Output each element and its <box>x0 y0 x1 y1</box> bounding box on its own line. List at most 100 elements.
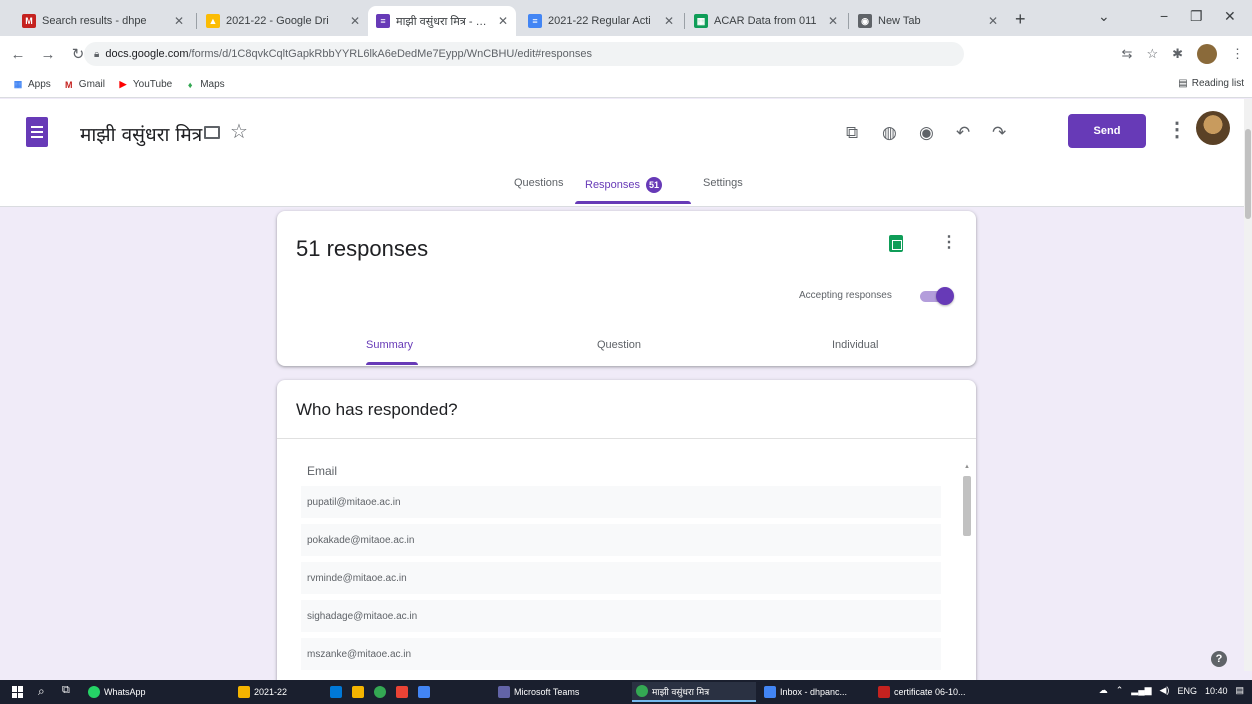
teams-icon <box>498 686 510 698</box>
taskbar-item-certificate[interactable]: certificate 06-10... <box>874 682 994 702</box>
taskbar-label: Inbox - dhpanc... <box>780 687 848 697</box>
edge-icon[interactable] <box>330 686 342 698</box>
subtab-individual[interactable]: Individual <box>832 339 878 351</box>
tab-settings[interactable]: Settings <box>703 177 743 189</box>
undo-icon[interactable]: ↶ <box>956 123 970 143</box>
tab-title: 2021-22 Regular Acti <box>548 15 651 27</box>
system-tray: ☁ ⌃ ▂▄▆ ◀) ENG 10:40 ▤ <box>1099 685 1244 696</box>
bookmark-youtube[interactable]: ▶ YouTube <box>117 79 172 91</box>
bookmark-label: YouTube <box>132 79 173 90</box>
tab-questions[interactable]: Questions <box>514 177 564 189</box>
forward-icon[interactable]: → <box>36 46 60 63</box>
lock-icon: 🔒︎ <box>94 48 100 60</box>
chrome-icon[interactable] <box>374 686 386 698</box>
send-button[interactable]: Send <box>1068 114 1146 148</box>
page-scrollbar[interactable] <box>1244 99 1252 671</box>
divider <box>277 438 976 439</box>
tab-label: Settings <box>703 177 743 189</box>
email-list-scrollbar[interactable]: ▲ <box>962 464 972 704</box>
network-icon[interactable]: ▂▄▆ <box>1131 685 1151 696</box>
language-indicator[interactable]: ENG <box>1177 686 1197 696</box>
profile-avatar[interactable] <box>1197 44 1217 64</box>
responses-count-badge: 51 <box>646 177 663 193</box>
windows-start-icon[interactable] <box>12 686 24 698</box>
close-tab-icon[interactable]: ✕ <box>988 14 998 28</box>
weather-icon[interactable]: ☁ <box>1099 685 1108 696</box>
url-path: /forms/d/1C8qvkCqltGapkRbbYYRL6lkA6eDedM… <box>188 48 593 60</box>
app-icon[interactable] <box>396 686 408 698</box>
accepting-responses-label: Accepting responses <box>799 290 892 301</box>
clock[interactable]: 10:40 <box>1205 686 1228 696</box>
addons-icon[interactable]: ⧉ <box>846 123 858 143</box>
app-icon[interactable] <box>418 686 430 698</box>
minimize-button[interactable]: − <box>1160 8 1168 24</box>
browser-tab[interactable]: ◉ New Tab ✕ <box>850 6 1006 36</box>
taskbar-item-inbox[interactable]: Inbox - dhpanc... <box>760 682 870 702</box>
tab-title: New Tab <box>878 15 921 27</box>
email-list: pupatil@mitaoe.ac.in pokakade@mitaoe.ac.… <box>301 486 941 676</box>
show-hidden-icons[interactable]: ⌃ <box>1116 685 1124 696</box>
forms-logo-icon[interactable] <box>26 117 48 147</box>
tab-title: 2021-22 - Google Dri <box>226 15 329 27</box>
more-options-icon[interactable]: ⋮ <box>941 232 957 252</box>
responses-count: 51 responses <box>296 236 429 261</box>
taskbar-item-folder[interactable]: 2021-22 <box>234 682 314 702</box>
taskbar-label: 2021-22 <box>254 687 288 697</box>
accepting-responses-toggle[interactable] <box>918 287 954 305</box>
tab-responses[interactable]: Responses 51 <box>585 177 663 193</box>
browser-tab[interactable]: ▲ 2021-22 - Google Dri ✕ <box>198 6 368 36</box>
responders-card: Who has responded? Email pupatil@mitaoe.… <box>277 380 976 704</box>
translate-icon[interactable]: ⇆ <box>1122 46 1133 62</box>
browser-tab-active[interactable]: ≡ माझी वसुंधरा मित्र - Goo ✕ <box>368 6 516 36</box>
close-tab-icon[interactable]: ✕ <box>828 14 838 28</box>
folder-icon <box>238 686 250 698</box>
palette-icon[interactable]: ◍ <box>882 123 897 143</box>
tab-title: माझी वसुंधरा मित्र - Goo <box>396 15 492 28</box>
browser-menu-icon[interactable]: ⋮ <box>1231 46 1244 62</box>
subtab-question[interactable]: Question <box>597 339 641 351</box>
close-tab-icon[interactable]: ✕ <box>350 14 360 28</box>
close-window-button[interactable]: ✕ <box>1224 8 1236 25</box>
extensions-icon[interactable]: ✱ <box>1172 46 1183 62</box>
preview-eye-icon[interactable]: ◉ <box>919 123 934 143</box>
taskbar-label: Microsoft Teams <box>514 687 580 697</box>
browser-tab[interactable]: ▦ ACAR Data from 011 ✕ <box>686 6 846 36</box>
taskbar-item-teams[interactable]: Microsoft Teams <box>494 682 624 702</box>
bookmark-maps[interactable]: ♦ Maps <box>184 79 225 91</box>
close-tab-icon[interactable]: ✕ <box>174 14 184 28</box>
file-explorer-icon[interactable] <box>352 686 364 698</box>
help-icon[interactable]: ? <box>1211 651 1227 667</box>
subtab-summary[interactable]: Summary <box>366 339 413 351</box>
apps-grid-icon: ▦ <box>13 79 23 89</box>
tab-search-icon[interactable]: ⌄ <box>1098 8 1110 25</box>
sheets-icon[interactable] <box>889 235 903 252</box>
new-tab-button[interactable]: + <box>1015 9 1026 30</box>
folder-icon[interactable] <box>204 126 220 139</box>
bookmark-gmail[interactable]: M Gmail <box>63 79 105 91</box>
bookmark-label: Maps <box>200 79 225 90</box>
close-tab-icon[interactable]: ✕ <box>664 14 674 28</box>
task-view-icon[interactable]: ⧉ <box>62 684 70 697</box>
maximize-button[interactable]: ❐ <box>1190 8 1203 25</box>
back-icon[interactable]: ← <box>6 46 30 63</box>
bookmark-apps[interactable]: ▦ Apps <box>12 79 51 91</box>
browser-tab[interactable]: M Search results - dhpe ✕ <box>14 6 192 36</box>
search-icon[interactable]: ⌕ <box>38 684 45 699</box>
form-title[interactable]: माझी वसुंधरा मित्र <box>80 121 202 147</box>
bookmark-label: Apps <box>28 79 51 90</box>
star-icon[interactable]: ☆ <box>230 119 248 144</box>
more-options-icon[interactable]: ⋮ <box>1167 117 1187 142</box>
notifications-icon[interactable]: ▤ <box>1235 685 1244 696</box>
bookmark-star-icon[interactable]: ☆ <box>1146 46 1158 62</box>
reading-list-button[interactable]: ▤ Reading list <box>1178 78 1244 89</box>
close-tab-icon[interactable]: ✕ <box>498 14 508 28</box>
volume-icon[interactable]: ◀) <box>1160 685 1170 696</box>
taskbar-label: माझी वसुंधरा मित्र <box>652 686 710 697</box>
email-column-header: Email <box>307 464 338 478</box>
taskbar-item-whatsapp[interactable]: WhatsApp <box>84 682 214 702</box>
taskbar-item-chrome-forms[interactable]: माझी वसुंधरा मित्र <box>632 682 756 702</box>
redo-icon[interactable]: ↷ <box>992 123 1006 143</box>
address-bar[interactable]: 🔒︎ docs.google.com /forms/d/1C8qvkCqltGa… <box>84 42 964 66</box>
account-avatar[interactable] <box>1196 111 1230 145</box>
browser-tab[interactable]: ≡ 2021-22 Regular Acti ✕ <box>520 6 682 36</box>
